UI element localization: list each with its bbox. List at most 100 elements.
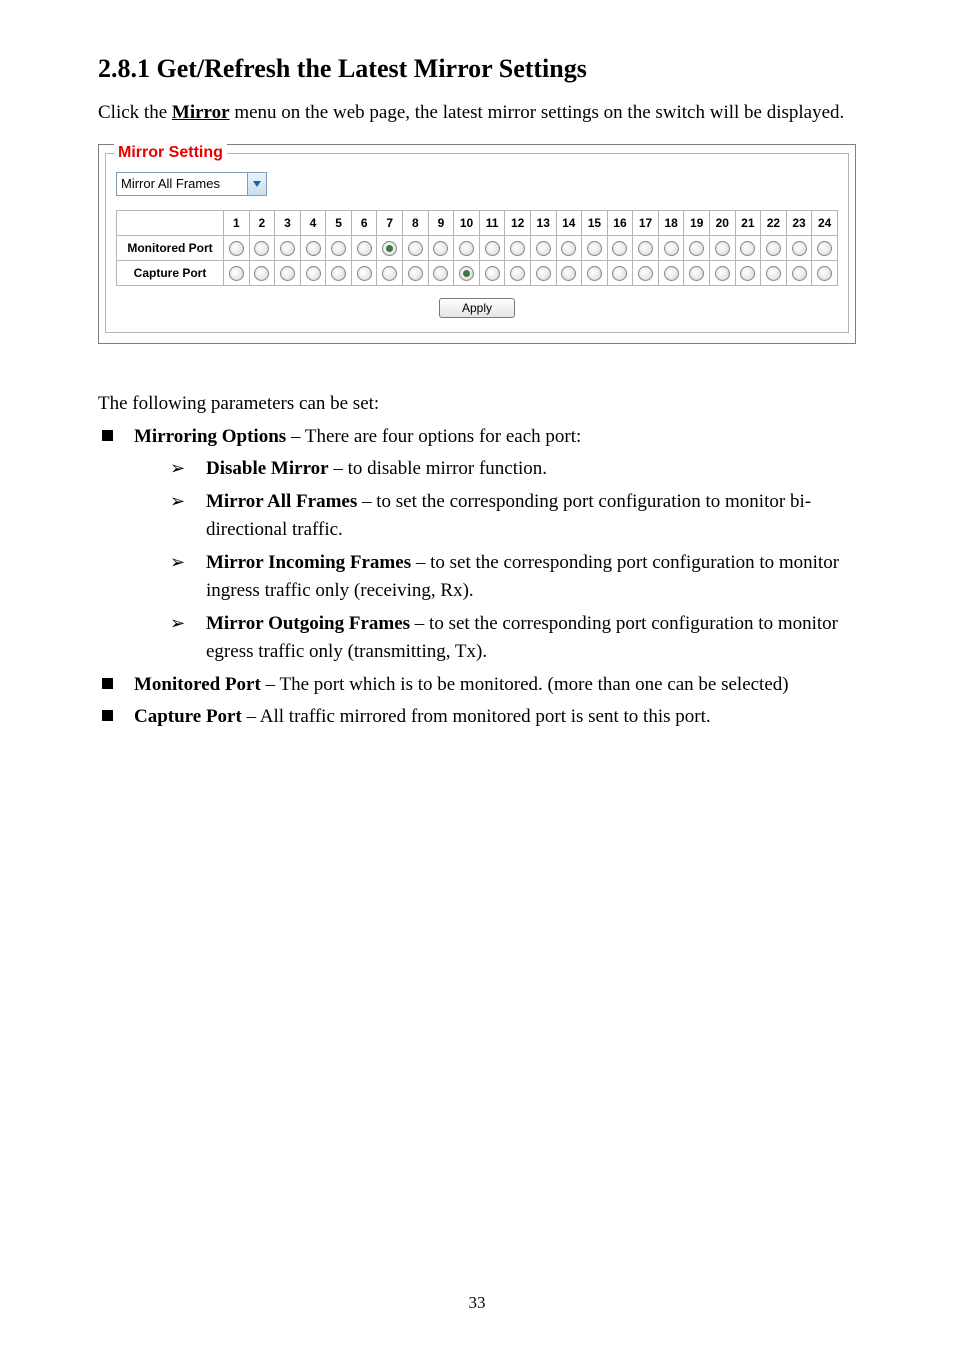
monitored-port-radio-22[interactable]: [766, 241, 781, 256]
monitored-port-port-2[interactable]: [249, 236, 275, 261]
capture-port-radio-4[interactable]: [306, 266, 321, 281]
capture-port-radio-16[interactable]: [612, 266, 627, 281]
monitored-port-port-15[interactable]: [582, 236, 608, 261]
capture-port-port-5[interactable]: [326, 261, 352, 286]
monitored-port-radio-19[interactable]: [689, 241, 704, 256]
capture-port-port-17[interactable]: [633, 261, 659, 286]
monitored-port-port-3[interactable]: [275, 236, 301, 261]
monitored-port-radio-5[interactable]: [331, 241, 346, 256]
capture-port-port-14[interactable]: [556, 261, 582, 286]
monitored-port-port-20[interactable]: [709, 236, 735, 261]
capture-port-radio-15[interactable]: [587, 266, 602, 281]
capture-port-radio-21[interactable]: [740, 266, 755, 281]
monitored-port-port-14[interactable]: [556, 236, 582, 261]
monitored-port-port-8[interactable]: [403, 236, 429, 261]
capture-port-radio-14[interactable]: [561, 266, 576, 281]
capture-port-radio-8[interactable]: [408, 266, 423, 281]
capture-port-port-19[interactable]: [684, 261, 710, 286]
monitored-port-port-16[interactable]: [607, 236, 633, 261]
monitored-port-radio-9[interactable]: [433, 241, 448, 256]
monitored-port-radio-18[interactable]: [664, 241, 679, 256]
capture-port-port-9[interactable]: [428, 261, 454, 286]
monitored-port-port-19[interactable]: [684, 236, 710, 261]
capture-port-radio-7[interactable]: [382, 266, 397, 281]
capture-port-radio-23[interactable]: [792, 266, 807, 281]
monitored-port-radio-16[interactable]: [612, 241, 627, 256]
port-header-12: 12: [505, 211, 531, 236]
capture-port-port-24[interactable]: [812, 261, 838, 286]
monitored-port-radio-11[interactable]: [485, 241, 500, 256]
monitored-port-port-22[interactable]: [761, 236, 787, 261]
capture-port-radio-18[interactable]: [664, 266, 679, 281]
monitored-port-radio-12[interactable]: [510, 241, 525, 256]
capture-port-radio-3[interactable]: [280, 266, 295, 281]
monitored-port-port-5[interactable]: [326, 236, 352, 261]
capture-port-radio-6[interactable]: [357, 266, 372, 281]
monitored-port-radio-24[interactable]: [817, 241, 832, 256]
monitored-port-radio-6[interactable]: [357, 241, 372, 256]
capture-port-port-13[interactable]: [530, 261, 556, 286]
mirror-mode-select[interactable]: Mirror All Frames: [116, 172, 267, 196]
monitored-port-radio-23[interactable]: [792, 241, 807, 256]
capture-port-radio-1[interactable]: [229, 266, 244, 281]
capture-port-port-15[interactable]: [582, 261, 608, 286]
capture-port-port-23[interactable]: [786, 261, 812, 286]
monitored-port-radio-1[interactable]: [229, 241, 244, 256]
port-header-2: 2: [249, 211, 275, 236]
capture-port-port-1[interactable]: [224, 261, 250, 286]
capture-port-radio-13[interactable]: [536, 266, 551, 281]
monitored-port-port-10[interactable]: [454, 236, 480, 261]
monitored-port-radio-21[interactable]: [740, 241, 755, 256]
capture-port-radio-2[interactable]: [254, 266, 269, 281]
monitored-port-radio-3[interactable]: [280, 241, 295, 256]
capture-port-port-8[interactable]: [403, 261, 429, 286]
capture-port-port-16[interactable]: [607, 261, 633, 286]
capture-port-port-6[interactable]: [351, 261, 377, 286]
monitored-port-radio-20[interactable]: [715, 241, 730, 256]
monitored-port-radio-13[interactable]: [536, 241, 551, 256]
monitored-port-port-18[interactable]: [658, 236, 684, 261]
monitored-port-radio-2[interactable]: [254, 241, 269, 256]
capture-port-radio-9[interactable]: [433, 266, 448, 281]
capture-port-radio-17[interactable]: [638, 266, 653, 281]
capture-port-port-4[interactable]: [300, 261, 326, 286]
capture-port-radio-22[interactable]: [766, 266, 781, 281]
apply-button[interactable]: Apply: [439, 298, 515, 318]
monitored-port-port-23[interactable]: [786, 236, 812, 261]
monitored-port-port-7[interactable]: [377, 236, 403, 261]
capture-port-radio-24[interactable]: [817, 266, 832, 281]
monitored-port-radio-15[interactable]: [587, 241, 602, 256]
monitored-port-port-11[interactable]: [479, 236, 505, 261]
capture-port-radio-12[interactable]: [510, 266, 525, 281]
capture-port-port-7[interactable]: [377, 261, 403, 286]
capture-port-port-22[interactable]: [761, 261, 787, 286]
monitored-port-port-13[interactable]: [530, 236, 556, 261]
monitored-port-port-12[interactable]: [505, 236, 531, 261]
capture-port-port-18[interactable]: [658, 261, 684, 286]
monitored-port-radio-7[interactable]: [382, 241, 397, 256]
capture-port-port-21[interactable]: [735, 261, 761, 286]
capture-port-port-20[interactable]: [709, 261, 735, 286]
monitored-port-radio-14[interactable]: [561, 241, 576, 256]
capture-port-radio-19[interactable]: [689, 266, 704, 281]
capture-port-port-11[interactable]: [479, 261, 505, 286]
capture-port-radio-5[interactable]: [331, 266, 346, 281]
monitored-port-port-21[interactable]: [735, 236, 761, 261]
capture-port-radio-11[interactable]: [485, 266, 500, 281]
monitored-port-radio-10[interactable]: [459, 241, 474, 256]
capture-port-radio-10[interactable]: [459, 266, 474, 281]
monitored-port-port-17[interactable]: [633, 236, 659, 261]
capture-port-port-12[interactable]: [505, 261, 531, 286]
capture-port-radio-20[interactable]: [715, 266, 730, 281]
capture-port-port-3[interactable]: [275, 261, 301, 286]
monitored-port-port-6[interactable]: [351, 236, 377, 261]
capture-port-port-2[interactable]: [249, 261, 275, 286]
monitored-port-port-4[interactable]: [300, 236, 326, 261]
monitored-port-radio-17[interactable]: [638, 241, 653, 256]
monitored-port-port-9[interactable]: [428, 236, 454, 261]
monitored-port-port-1[interactable]: [224, 236, 250, 261]
monitored-port-radio-8[interactable]: [408, 241, 423, 256]
monitored-port-port-24[interactable]: [812, 236, 838, 261]
monitored-port-radio-4[interactable]: [306, 241, 321, 256]
capture-port-port-10[interactable]: [454, 261, 480, 286]
